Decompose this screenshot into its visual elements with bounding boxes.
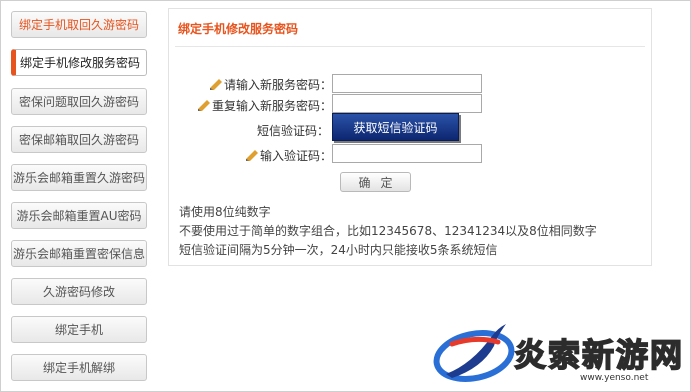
verification-code-input[interactable]	[332, 144, 482, 163]
get-sms-code-button[interactable]: 获取短信验证码	[332, 113, 459, 141]
sidebar-item-bind-phone[interactable]: 绑定手机	[11, 316, 147, 343]
new-password-label: 请输入新服务密码：	[224, 78, 333, 92]
sidebar: 绑定手机取回久游密码 绑定手机修改服务密码 密保问题取回久游密码 密保邮箱取回久…	[0, 0, 160, 392]
sidebar-item-label: 游乐会邮箱重置密保信息	[12, 247, 145, 261]
confirm-button[interactable]: 确定	[340, 172, 411, 192]
input-code-label-row: 输入验证码：	[245, 147, 332, 164]
repeat-password-input[interactable]	[332, 94, 482, 113]
sidebar-item-club-email-reset-au[interactable]: 游乐会邮箱重置AU密码	[11, 202, 147, 229]
sidebar-item-change-password[interactable]: 久游密码修改	[11, 278, 147, 305]
sidebar-item-security-question-retrieve[interactable]: 密保问题取回久游密码	[11, 88, 147, 115]
watermark-logo	[433, 324, 515, 382]
pencil-icon	[198, 100, 210, 111]
sidebar-item-label: 绑定手机取回久游密码	[18, 18, 139, 32]
sidebar-item-label: 绑定手机解绑	[42, 361, 115, 375]
divider	[175, 46, 645, 47]
repeat-password-label: 重复输入新服务密码：	[212, 99, 333, 113]
sidebar-item-label: 绑定手机	[54, 323, 103, 337]
sidebar-item-label: 绑定手机修改服务密码	[20, 56, 141, 70]
sidebar-item-bind-phone-retrieve-password[interactable]: 绑定手机取回久游密码	[11, 11, 147, 38]
sidebar-item-bind-phone-change-service-password[interactable]: 绑定手机修改服务密码	[11, 49, 147, 76]
sidebar-item-label: 密保问题取回久游密码	[18, 95, 139, 109]
sms-code-label: 短信验证码：	[257, 124, 330, 138]
pencil-icon	[246, 150, 258, 161]
new-password-label-row: 请输入新服务密码：	[209, 76, 332, 93]
watermark-text: 炎索新游网	[513, 335, 685, 375]
sidebar-item-label: 游乐会邮箱重置久游密码	[12, 171, 145, 185]
note-line: 短信验证间隔为5分钟一次，24小时内只能接收5条系统短信	[179, 243, 498, 257]
sidebar-item-club-email-reset-security[interactable]: 游乐会邮箱重置密保信息	[11, 240, 147, 267]
sidebar-item-label: 密保邮箱取回久游密码	[18, 133, 139, 147]
sidebar-item-security-email-retrieve[interactable]: 密保邮箱取回久游密码	[11, 126, 147, 153]
note-line: 不要使用过于简单的数字组合，比如12345678、12341234以及8位相同数…	[179, 224, 597, 238]
watermark-url: www.yenso.net	[580, 373, 649, 383]
repeat-password-label-row: 重复输入新服务密码：	[197, 97, 332, 114]
sidebar-item-club-email-reset-password[interactable]: 游乐会邮箱重置久游密码	[11, 164, 147, 191]
input-code-label: 输入验证码：	[260, 149, 333, 163]
sidebar-item-label: 游乐会邮箱重置AU密码	[16, 209, 142, 223]
pencil-icon	[210, 79, 222, 90]
sidebar-item-label: 久游密码修改	[42, 285, 115, 299]
note-line: 请使用8位纯数字	[179, 205, 271, 219]
sidebar-item-unbind-phone[interactable]: 绑定手机解绑	[11, 354, 147, 381]
main-panel: 绑定手机修改服务密码 请输入新服务密码： 重复输入新服务密码： 短信验证码： 获…	[168, 8, 652, 266]
page-title: 绑定手机修改服务密码	[178, 22, 299, 36]
new-password-input[interactable]	[332, 74, 482, 93]
